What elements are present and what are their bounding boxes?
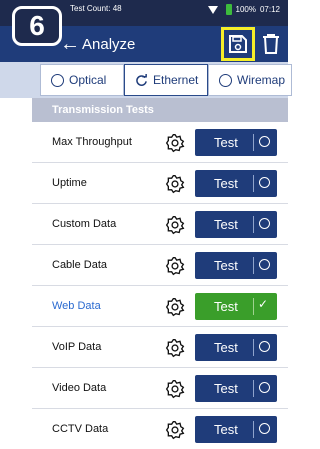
test-button-label: Test bbox=[214, 135, 238, 150]
test-button-label: Test bbox=[214, 340, 238, 355]
test-button[interactable]: Test bbox=[195, 334, 277, 361]
gear-icon[interactable] bbox=[165, 133, 185, 153]
step-callout-badge: 6 bbox=[12, 6, 62, 46]
section-header: Transmission Tests bbox=[32, 98, 288, 122]
test-button[interactable]: Test bbox=[195, 170, 277, 197]
status-circle-icon bbox=[259, 341, 270, 352]
status-circle-icon bbox=[259, 423, 270, 434]
test-button[interactable]: Test bbox=[195, 416, 277, 443]
test-name: Custom Data bbox=[52, 218, 117, 230]
test-name: Max Throughput bbox=[52, 136, 132, 148]
wifi-icon bbox=[207, 5, 218, 14]
test-count: Test Count: 48 bbox=[70, 4, 122, 13]
save-icon bbox=[229, 35, 247, 53]
tab-label: Wiremap bbox=[237, 73, 286, 87]
test-button-label: Test bbox=[214, 422, 238, 437]
tab-label: Ethernet bbox=[153, 73, 199, 87]
test-row: Custom Data Test bbox=[32, 204, 288, 245]
test-name: VoIP Data bbox=[52, 341, 102, 353]
status-icons: 100% 07:12 bbox=[207, 4, 280, 15]
test-button[interactable]: Test ✓ bbox=[195, 293, 277, 320]
tab-ethernet[interactable]: Ethernet bbox=[124, 64, 208, 96]
test-row: Video Data Test bbox=[32, 368, 288, 409]
checkmark-icon: ✓ bbox=[258, 297, 269, 311]
clock: 07:12 bbox=[259, 5, 280, 14]
tab-wiremap[interactable]: Wiremap bbox=[208, 64, 292, 96]
test-button[interactable]: Test bbox=[195, 375, 277, 402]
test-row: Web Data Test ✓ bbox=[32, 286, 288, 327]
gear-icon[interactable] bbox=[165, 215, 185, 235]
battery-icon bbox=[225, 4, 232, 15]
test-button[interactable]: Test bbox=[195, 129, 277, 156]
test-name: Video Data bbox=[52, 382, 107, 394]
tab-label: Optical bbox=[69, 73, 107, 87]
gear-icon[interactable] bbox=[165, 174, 185, 194]
test-button-label: Test bbox=[214, 217, 238, 232]
test-button[interactable]: Test bbox=[195, 211, 277, 238]
button-divider bbox=[253, 298, 254, 315]
test-name: Uptime bbox=[52, 177, 87, 189]
trash-icon bbox=[263, 34, 279, 54]
status-circle-icon bbox=[259, 218, 270, 229]
status-circle-icon bbox=[259, 259, 270, 270]
page-title: Analyze bbox=[82, 36, 136, 53]
gear-icon[interactable] bbox=[165, 338, 185, 358]
tab-optical[interactable]: Optical bbox=[40, 64, 124, 96]
test-row: Cable Data Test bbox=[32, 245, 288, 286]
status-circle-icon bbox=[259, 177, 270, 188]
test-name: CCTV Data bbox=[52, 423, 109, 435]
status-circle-icon bbox=[259, 136, 270, 147]
gear-icon[interactable] bbox=[165, 256, 185, 276]
gear-icon[interactable] bbox=[165, 420, 185, 440]
test-type-tabs: Optical Ethernet Wiremap bbox=[0, 62, 292, 98]
test-button-label: Test bbox=[214, 381, 238, 396]
test-row: CCTV Data Test bbox=[32, 409, 288, 449]
status-circle-icon bbox=[259, 382, 270, 393]
test-row: Max Throughput Test bbox=[32, 122, 288, 163]
test-button-label: Test bbox=[214, 176, 238, 191]
radio-empty-icon bbox=[219, 73, 232, 87]
button-divider bbox=[253, 421, 254, 438]
radio-empty-icon bbox=[51, 73, 64, 87]
test-name[interactable]: Web Data bbox=[52, 300, 101, 312]
button-divider bbox=[253, 216, 254, 233]
save-button[interactable] bbox=[221, 27, 255, 61]
back-arrow-icon[interactable]: ← bbox=[60, 32, 80, 56]
button-divider bbox=[253, 134, 254, 151]
button-divider bbox=[253, 257, 254, 274]
battery-level: 100% bbox=[235, 5, 256, 14]
test-row: Uptime Test bbox=[32, 163, 288, 204]
gear-icon[interactable] bbox=[165, 379, 185, 399]
button-divider bbox=[253, 380, 254, 397]
test-name: Cable Data bbox=[52, 259, 108, 271]
test-button-label: Test bbox=[214, 258, 238, 273]
refresh-icon bbox=[136, 73, 147, 86]
test-row: VoIP Data Test bbox=[32, 327, 288, 368]
button-divider bbox=[253, 339, 254, 356]
gear-icon[interactable] bbox=[165, 297, 185, 317]
button-divider bbox=[253, 175, 254, 192]
test-button[interactable]: Test bbox=[195, 252, 277, 279]
test-button-label: Test bbox=[214, 299, 238, 314]
delete-button[interactable] bbox=[258, 30, 284, 58]
